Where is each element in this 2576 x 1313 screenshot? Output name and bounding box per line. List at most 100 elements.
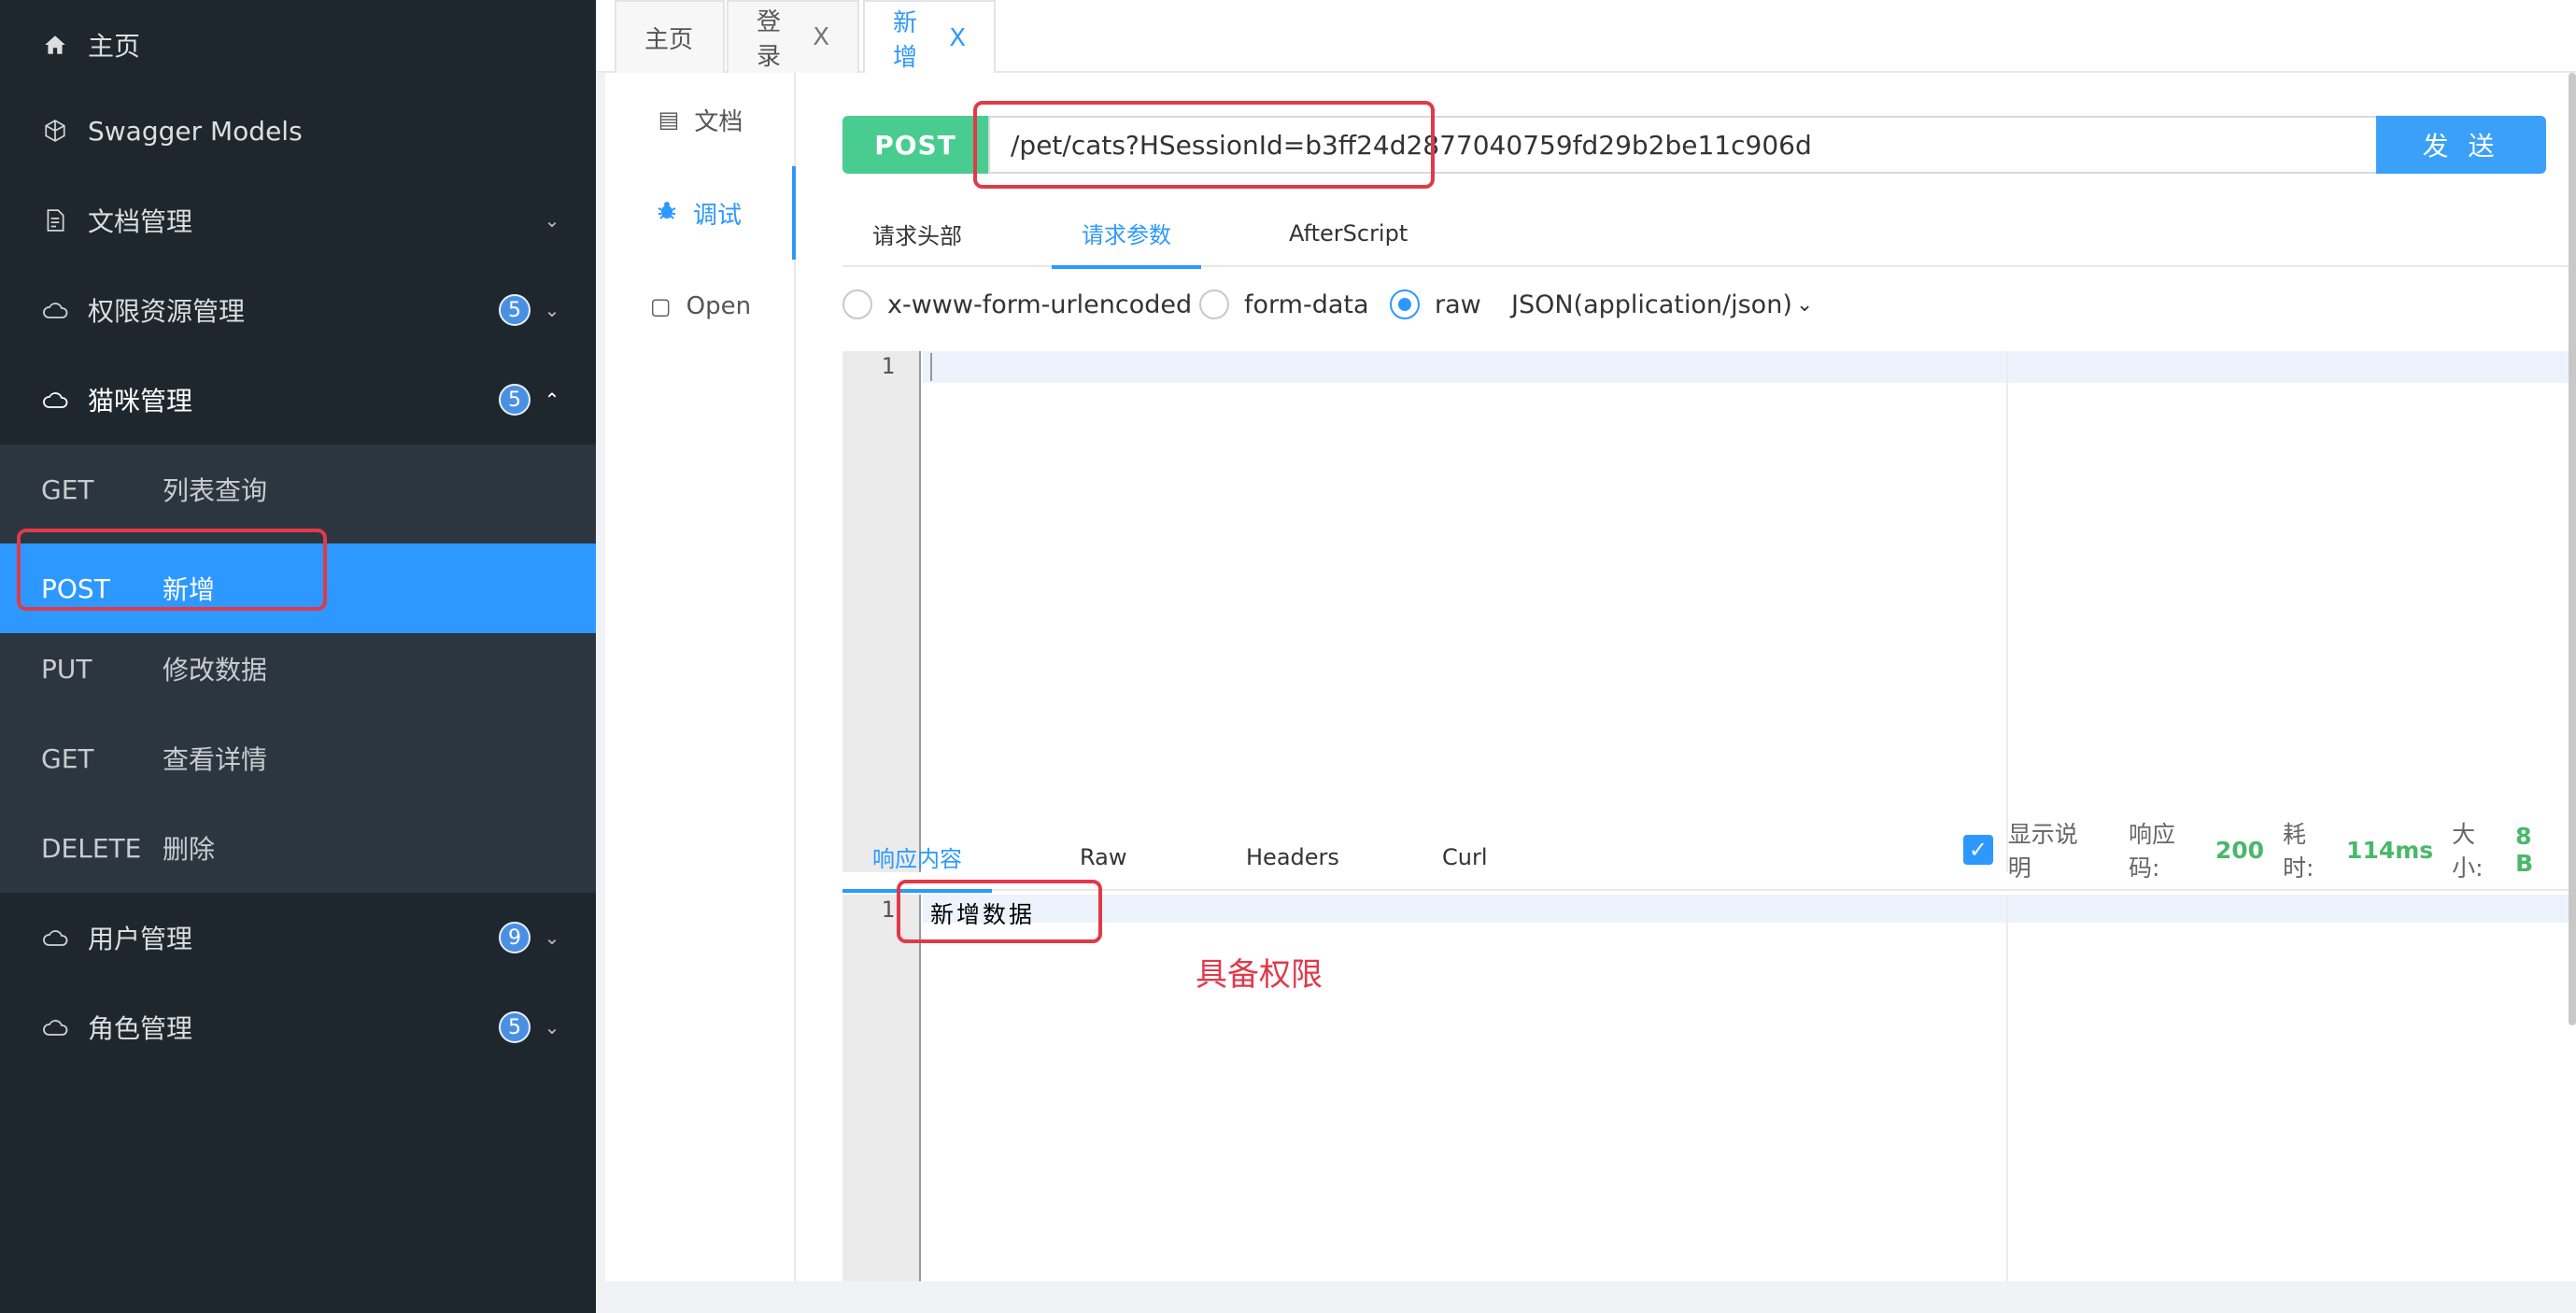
content-type-select[interactable]: JSON(application/json) ⌄	[1511, 286, 1813, 323]
response-time: 114ms	[2346, 836, 2434, 864]
sidebar-item-label: 权限资源管理	[88, 296, 246, 327]
sidebar-item-permission[interactable]: 权限资源管理 5 ⌄	[0, 265, 596, 355]
tab-afterscript[interactable]: AfterScript	[1289, 200, 1408, 267]
line-gutter: 1	[842, 351, 921, 872]
tab-home[interactable]: 主页	[615, 0, 725, 73]
line-gutter: 1	[842, 895, 921, 1281]
tab-label: 主页	[644, 25, 694, 54]
tab-response-content[interactable]: 响应内容	[842, 824, 992, 893]
sidebar-item-home[interactable]: 主页	[0, 0, 596, 90]
sidebar-item-doc-manage[interactable]: 文档管理 ⌄	[0, 176, 596, 265]
api-item-list[interactable]: GET 列表查询	[0, 445, 596, 534]
cloud-icon	[41, 386, 69, 414]
radio-form-data[interactable]: form-data	[1199, 286, 1369, 323]
chevron-down-icon: ⌄	[544, 209, 560, 232]
footer	[605, 1281, 2576, 1313]
tab-label: 新增	[893, 9, 918, 72]
tab-label: 登录	[757, 8, 782, 71]
api-item-update[interactable]: PUT 修改数据	[0, 624, 596, 713]
response-time-label: 耗时:	[2283, 821, 2314, 882]
response-body-editor: 1 新增数据	[842, 880, 2576, 1281]
api-item-add[interactable]: POST 新增	[0, 544, 596, 633]
tab-login[interactable]: 登录 X	[727, 0, 859, 73]
tab-request-headers[interactable]: 请求头部	[872, 200, 962, 267]
show-desc-label: 显示说明	[2007, 821, 2078, 882]
api-label: 新增	[163, 574, 216, 605]
left-nav: ▤ 文档 调试 ▢ Open	[605, 73, 796, 1281]
active-line	[923, 895, 2576, 923]
radio-label: x-www-form-urlencoded	[887, 289, 1193, 319]
count-badge: 5	[499, 384, 531, 416]
document-icon: ▤	[658, 106, 680, 133]
tab-add[interactable]: 新增 X	[863, 0, 996, 75]
response-size-label: 大小:	[2452, 821, 2484, 882]
tab-bar: 主页 登录 X 新增 X	[596, 0, 2576, 75]
body-type-selector: x-www-form-urlencoded form-data raw JSON…	[842, 286, 2576, 323]
close-icon[interactable]: X	[813, 23, 829, 51]
home-icon	[41, 31, 69, 59]
tab-response-headers[interactable]: Headers	[1246, 824, 1339, 891]
api-label: 列表查询	[163, 475, 268, 506]
api-label: 修改数据	[163, 655, 268, 685]
sidebar: 主页 Swagger Models 文档管理 ⌄ 权限资源管理 5 ⌄ 猫咪管理…	[0, 0, 596, 1313]
sidebar-item-label: 用户管理	[88, 924, 193, 954]
checkbox-checked-icon[interactable]: ✓	[1963, 835, 1993, 865]
count-badge: 5	[499, 1011, 531, 1043]
send-button[interactable]: 发 送	[2376, 116, 2546, 174]
nav-label: Open	[686, 292, 752, 320]
api-item-delete[interactable]: DELETE 删除	[0, 803, 596, 893]
radio-urlencoded[interactable]: x-www-form-urlencoded	[842, 286, 1192, 323]
sidebar-item-label: 主页	[88, 31, 141, 62]
tab-request-params[interactable]: 请求参数	[1052, 200, 1201, 269]
cube-icon	[41, 117, 69, 145]
radio-raw[interactable]: raw	[1390, 286, 1481, 323]
nav-debug[interactable]: 调试	[605, 166, 796, 260]
tab-response-curl[interactable]: Curl	[1442, 824, 1488, 891]
sidebar-item-user-manage[interactable]: 用户管理 9 ⌄	[0, 893, 596, 982]
api-label: 删除	[163, 834, 216, 865]
chevron-down-icon: ⌄	[544, 299, 560, 321]
radio-circle	[1199, 289, 1229, 319]
tab-response-raw[interactable]: Raw	[1080, 824, 1126, 891]
nav-doc[interactable]: ▤ 文档	[605, 73, 796, 166]
request-body-editor[interactable]: 1	[842, 351, 2576, 872]
sidebar-item-role-manage[interactable]: 角色管理 5 ⌄	[0, 982, 596, 1072]
sidebar-item-label: 文档管理	[88, 206, 193, 237]
nav-label: 调试	[692, 201, 742, 230]
active-line	[923, 351, 2576, 383]
sidebar-item-cat-manage[interactable]: 猫咪管理 5 ⌃	[0, 355, 596, 445]
api-label: 查看详情	[163, 744, 268, 775]
bug-icon	[656, 199, 678, 227]
cloud-icon	[41, 1013, 69, 1041]
response-code-label: 响应码:	[2129, 821, 2176, 882]
scrollbar[interactable]	[2569, 73, 2576, 1025]
api-method: GET	[41, 473, 94, 505]
line-number: 1	[881, 897, 895, 923]
response-status: ✓ 显示说明 响应码: 200 耗时: 114ms 大小: 8 B	[1963, 821, 2576, 882]
sidebar-item-label: 猫咪管理	[88, 386, 193, 416]
chevron-down-icon: ⌄	[1795, 292, 1814, 317]
radio-label: raw	[1435, 289, 1481, 319]
file-icon: ▢	[649, 293, 672, 319]
print-margin	[2006, 895, 2008, 1281]
response-size: 8 B	[2515, 823, 2534, 877]
sidebar-item-swagger-models[interactable]: Swagger Models	[0, 86, 596, 176]
api-item-detail[interactable]: GET 查看详情	[0, 713, 596, 803]
api-method: PUT	[41, 653, 92, 685]
app: 主页 Swagger Models 文档管理 ⌄ 权限资源管理 5 ⌄ 猫咪管理…	[0, 0, 2576, 1313]
chevron-down-icon: ⌄	[544, 1016, 560, 1038]
chevron-down-icon: ⌄	[544, 926, 560, 949]
cloud-icon	[41, 296, 69, 324]
nav-open[interactable]: ▢ Open	[605, 260, 796, 353]
annotation-text: 具备权限	[1196, 956, 1323, 994]
response-body-text: 新增数据	[930, 901, 1036, 928]
print-margin	[2006, 351, 2008, 872]
close-icon[interactable]: X	[949, 24, 966, 52]
response-code: 200	[2215, 836, 2265, 864]
api-method: POST	[41, 572, 110, 604]
method-badge[interactable]: POST	[842, 116, 988, 174]
count-badge: 5	[499, 294, 531, 326]
cat-submenu: GET 列表查询 POST 新增 PUT 修改数据 GET 查看详情 DELET…	[0, 445, 596, 893]
url-bar: POST /pet/cats?HSessionId=b3ff24d2877040…	[842, 101, 2546, 189]
url-input[interactable]: /pet/cats?HSessionId=b3ff24d2877040759fd…	[988, 116, 2378, 174]
